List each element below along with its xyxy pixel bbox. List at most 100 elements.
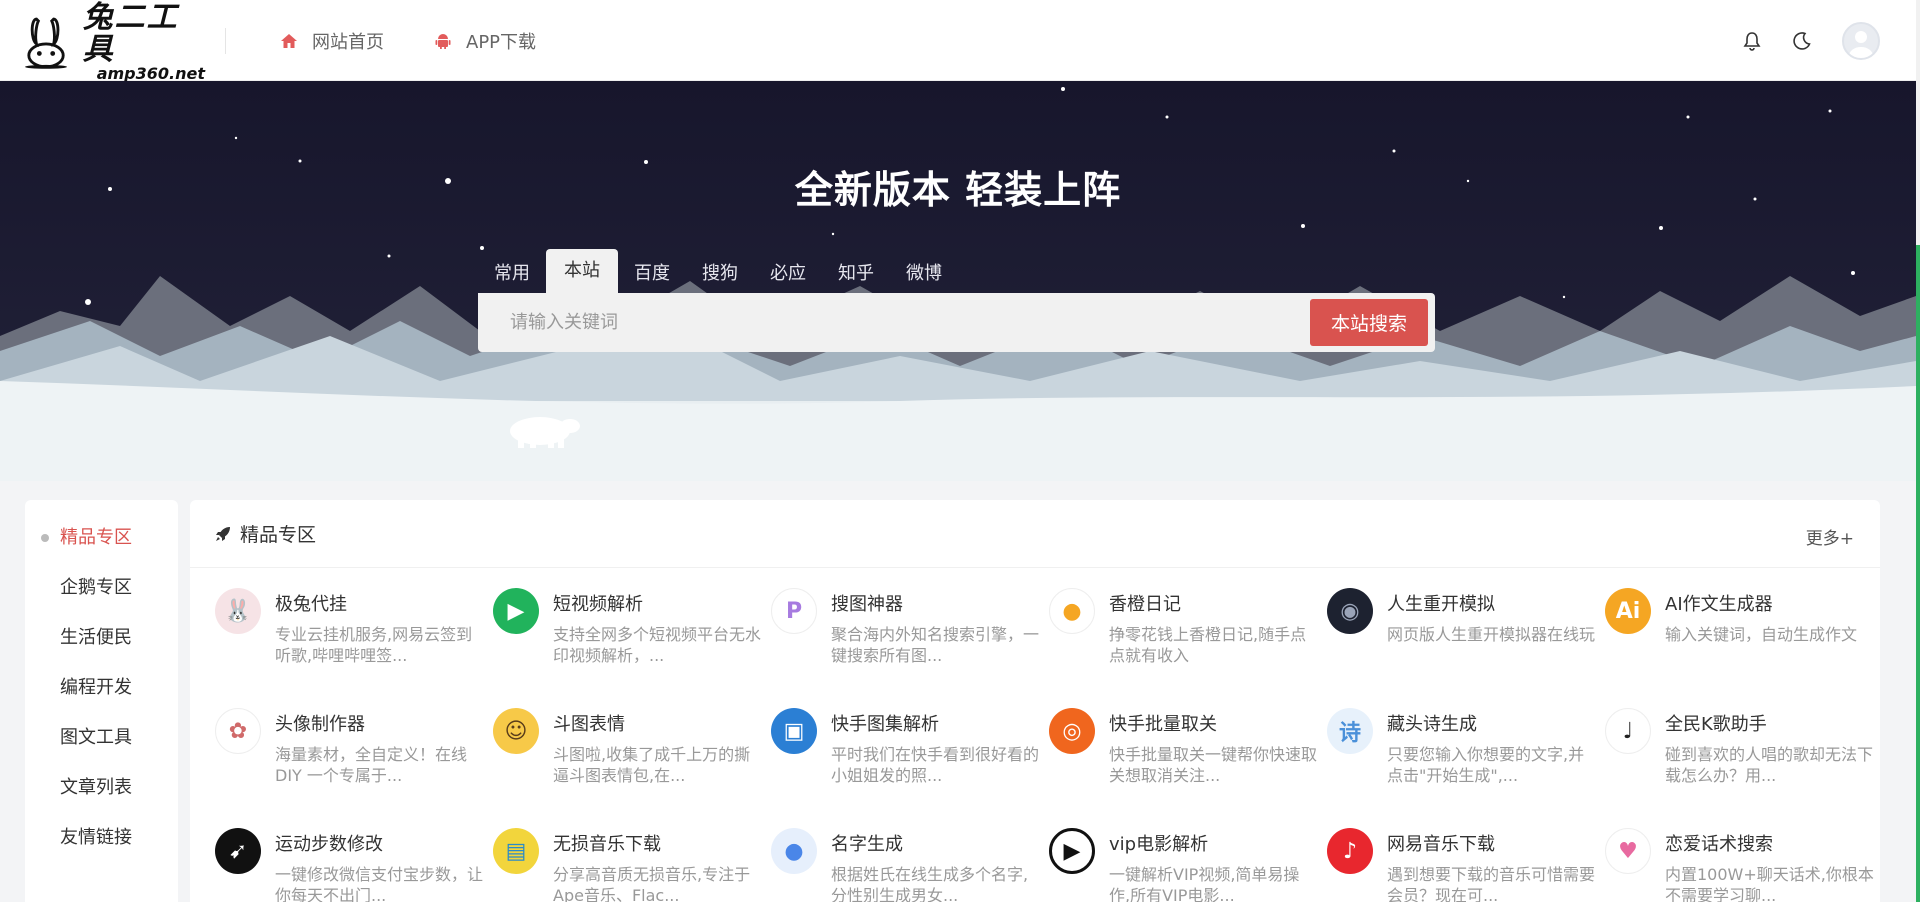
card-description: 斗图啦,收集了成千上万的撕逼斗图表情包,在...: [553, 745, 751, 785]
sidebar-item-label: 友情链接: [60, 827, 132, 848]
tool-card[interactable]: ● 名字生成 根据姓氏在线生成多个名字,分性别生成男女...: [771, 828, 1031, 902]
site-logo[interactable]: 兔二工具 amp360.net: [25, 2, 205, 82]
card-description: 一键解析VIP视频,简单易操作,所有VIP电影...: [1109, 865, 1300, 902]
card-title: 人生重开模拟: [1387, 594, 1495, 615]
tab-bing[interactable]: 必应: [754, 255, 822, 293]
category-sidebar: 精品专区 企鹅专区 生活便民 编程开发 图文工具 文章列表 友情链接: [25, 500, 178, 902]
top-navbar: 兔二工具 amp360.net 网站首页 APP下载: [0, 0, 1916, 82]
tv-icon: ▶: [493, 588, 539, 634]
card-description: 分享高音质无损音乐,专注于Ape音乐、Flac...: [553, 865, 751, 902]
sidebar-item-featured[interactable]: 精品专区: [25, 516, 178, 566]
sidebar-item-dev[interactable]: 编程开发: [25, 666, 178, 716]
sidebar-item-life[interactable]: 生活便民: [25, 616, 178, 666]
tool-card[interactable]: ● 香橙日记挣零花钱上香橙日记,随手点点就有收入: [1049, 588, 1309, 688]
tool-card[interactable]: ✿ 头像制作器海量素材，全自定义！在线 DIY 一个专属于...: [215, 708, 475, 808]
card-description: 内置100W+聊天话术,你根本不需要学习聊...: [1665, 865, 1874, 902]
hero-banner: 全新版本 轻装上阵 常用 本站 百度 搜狗 必应 知乎 微博 本站搜索: [0, 81, 1916, 481]
life-sim-icon: ◉: [1327, 588, 1373, 634]
tool-card[interactable]: 🐰 极兔代挂 专业云挂机服务,网易云签到听歌,哔哩哔哩签...: [215, 588, 475, 688]
nav-app-label: APP下载: [466, 31, 537, 53]
home-icon: [281, 33, 297, 48]
scrollbar-thumb[interactable]: [1916, 245, 1920, 902]
card-title: vip电影解析: [1109, 834, 1209, 855]
sidebar-item-label: 精品专区: [60, 527, 132, 548]
tab-benzhan[interactable]: 本站: [546, 249, 618, 293]
nav-home-label: 网站首页: [312, 31, 384, 53]
card-description: 挣零花钱上香橙日记,随手点点就有收入: [1109, 625, 1307, 665]
card-description: 一键修改微信支付宝步数，让你每天不出门...: [275, 865, 484, 902]
active-dot: [41, 534, 49, 542]
heart-icon: ♥: [1605, 828, 1651, 874]
main-nav: 网站首页 APP下载: [280, 0, 536, 81]
card-title: AI作文生成器: [1665, 594, 1773, 615]
sidebar-item-articles[interactable]: 文章列表: [25, 766, 178, 816]
card-description: 输入关键词，自动生成作文: [1665, 625, 1858, 644]
tab-baidu[interactable]: 百度: [618, 255, 686, 293]
card-title: 快手图集解析: [831, 714, 939, 735]
tool-card[interactable]: ▶ vip电影解析一键解析VIP视频,简单易操作,所有VIP电影...: [1049, 828, 1309, 902]
card-title: 运动步数修改: [275, 834, 383, 855]
logo-title: 兔二工具: [82, 0, 179, 67]
sidebar-item-links[interactable]: 友情链接: [25, 816, 178, 866]
tool-card[interactable]: ♥ 恋爱话术搜索 内置100W+聊天话术,你根本不需要学习聊...: [1605, 828, 1874, 902]
sidebar-item-label: 企鹅专区: [60, 577, 132, 598]
nav-app-download[interactable]: APP下载: [434, 28, 536, 54]
card-title: 网易音乐下载: [1387, 834, 1495, 855]
running-icon: ➹: [215, 828, 261, 874]
tab-changyong[interactable]: 常用: [478, 255, 546, 293]
tool-card[interactable]: ◎ 快手批量取关 快手批量取关一键帮你快速取关想取消关注...: [1049, 708, 1317, 808]
sidebar-item-label: 生活便民: [60, 627, 132, 648]
tool-card[interactable]: ➹ 运动步数修改一键修改微信支付宝步数，让你每天不出门...: [215, 828, 483, 902]
avatar-maker-icon: ✿: [215, 708, 261, 754]
sidebar-item-image-text[interactable]: 图文工具: [25, 716, 178, 766]
search-button[interactable]: 本站搜索: [1310, 299, 1428, 346]
tool-card[interactable]: ▶ 短视频解析 支持全网多个短视频平台无水印视频解析，...: [493, 588, 761, 688]
tool-card[interactable]: ♪ 网易音乐下载 遇到想要下载的音乐可惜需要会员？现在可...: [1327, 828, 1595, 902]
tool-card[interactable]: ▣ 快手图集解析 平时我们在快手看到很好看的小姐姐发的照...: [771, 708, 1039, 808]
person-icon: ●: [771, 828, 817, 874]
sidebar-item-penguin[interactable]: 企鹅专区: [25, 566, 178, 616]
card-description: 网页版人生重开模拟器在线玩: [1387, 625, 1596, 644]
nav-home[interactable]: 网站首页: [280, 28, 384, 54]
sidebar-item-label: 编程开发: [60, 677, 132, 698]
card-title: 头像制作器: [275, 714, 365, 735]
android-icon: [435, 33, 451, 49]
card-description: 只要您输入你想要的文字,并点击"开始生成",...: [1387, 745, 1585, 785]
tool-card[interactable]: P 搜图神器聚合海内外知名搜索引擎，一键搜索所有图...: [771, 588, 1039, 688]
bell-icon[interactable]: [1742, 31, 1762, 51]
card-description: 遇到想要下载的音乐可惜需要会员？现在可...: [1387, 865, 1596, 902]
panel-header: 精品专区 更多+: [190, 500, 1880, 568]
user-avatar-icon: [1849, 30, 1873, 58]
tool-card[interactable]: ♩ 全民K歌助手 碰到喜欢的人唱的歌却无法下载怎么办？用...: [1605, 708, 1873, 808]
poem-icon: 诗: [1327, 708, 1373, 754]
card-title: 斗图表情: [553, 714, 625, 735]
tool-card[interactable]: Ai AI作文生成器 输入关键词，自动生成作文: [1605, 588, 1865, 688]
orange-icon: ●: [1049, 588, 1095, 634]
cassette-icon: ▤: [493, 828, 539, 874]
tool-card[interactable]: ◉ 人生重开模拟网页版人生重开模拟器在线玩: [1327, 588, 1595, 688]
tab-zhihu[interactable]: 知乎: [822, 255, 890, 293]
tab-weibo[interactable]: 微博: [890, 255, 958, 293]
tool-card[interactable]: 诗藏头诗生成只要您输入你想要的文字,并点击"开始生成",...: [1327, 708, 1587, 808]
search-input[interactable]: [488, 301, 1318, 344]
card-description: 聚合海内外知名搜索引擎，一键搜索所有图...: [831, 625, 1040, 665]
card-title: 藏头诗生成: [1387, 714, 1477, 735]
header-actions: [1742, 0, 1880, 81]
play-icon: ▶: [1049, 828, 1095, 874]
card-title: 全民K歌助手: [1665, 714, 1767, 735]
avatar[interactable]: [1842, 21, 1880, 60]
scrollbar[interactable]: [1916, 0, 1920, 902]
card-title: 香橙日记: [1109, 594, 1181, 615]
more-link[interactable]: 更多+: [1806, 524, 1854, 549]
moon-icon[interactable]: [1792, 31, 1812, 51]
panel-title: 精品专区: [240, 524, 317, 546]
card-description: 海量素材，全自定义！在线 DIY 一个专属于...: [275, 745, 468, 785]
p-letter-icon: P: [771, 588, 817, 634]
tool-card[interactable]: ☺ 斗图表情 斗图啦,收集了成千上万的撕逼斗图表情包,在...: [493, 708, 753, 808]
card-description: 支持全网多个短视频平台无水印视频解析，...: [553, 625, 762, 665]
tab-sogou[interactable]: 搜狗: [686, 255, 754, 293]
hero-title: 全新版本 轻装上阵: [794, 168, 1122, 212]
featured-panel: 精品专区 更多+ 🐰 极兔代挂 专业云挂机服务,网易云签到听歌,哔哩哔哩签... ▶ 短…: [190, 500, 1880, 902]
card-title: 搜图神器: [831, 594, 903, 615]
tool-card[interactable]: ▤ 无损音乐下载 分享高音质无损音乐,专注于Ape音乐、Flac...: [493, 828, 753, 902]
